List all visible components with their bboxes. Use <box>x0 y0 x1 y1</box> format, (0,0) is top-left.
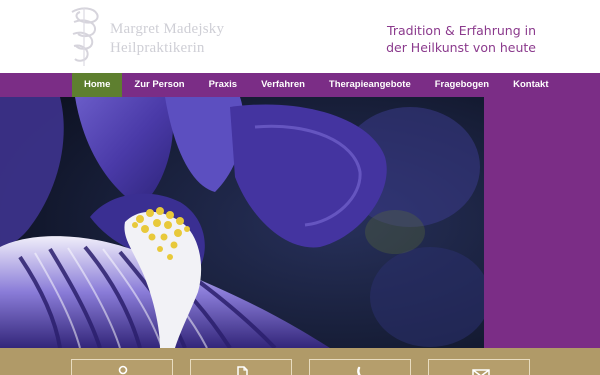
nav-item-home[interactable]: Home <box>72 73 123 97</box>
main-navigation-bar: Home Zur Person Praxis Verfahren Therapi… <box>0 73 600 97</box>
quick-link-phone[interactable] <box>309 359 411 375</box>
quick-links-bar <box>0 348 600 375</box>
nav-item-therapieangebote[interactable]: Therapieangebote <box>317 73 423 97</box>
logo-name: Margret Madejsky <box>110 21 225 37</box>
document-icon <box>237 366 248 375</box>
phone-icon <box>357 366 361 375</box>
site-header: Margret Madejsky Heilpraktikerin Traditi… <box>0 0 600 73</box>
mail-icon <box>472 369 490 375</box>
logo-text[interactable]: Margret Madejsky Heilpraktikerin <box>110 20 224 58</box>
nav-item-zur-person[interactable]: Zur Person <box>122 73 196 97</box>
person-icon <box>118 365 128 375</box>
side-panel <box>484 97 600 348</box>
quick-link-document[interactable] <box>190 359 292 375</box>
nav-item-praxis[interactable]: Praxis <box>197 73 250 97</box>
logo-profession: Heilpraktikerin <box>110 40 205 56</box>
hero-iris-image <box>0 97 484 348</box>
iris-flower-illustration <box>0 97 484 348</box>
nav-item-kontakt[interactable]: Kontakt <box>501 73 560 97</box>
tagline-line-1: Tradition & Erfahrung in <box>387 23 536 38</box>
quick-link-person[interactable] <box>71 359 173 375</box>
tagline-line-2: der Heilkunst von heute <box>386 40 536 55</box>
logo-spiral-icon[interactable] <box>64 4 104 68</box>
nav-item-fragebogen[interactable]: Fragebogen <box>423 73 501 97</box>
main-navigation: Home Zur Person Praxis Verfahren Therapi… <box>72 73 561 97</box>
tagline: Tradition & Erfahrung in der Heilkunst v… <box>386 22 536 56</box>
nav-item-verfahren[interactable]: Verfahren <box>249 73 317 97</box>
quick-link-mail[interactable] <box>428 359 530 375</box>
